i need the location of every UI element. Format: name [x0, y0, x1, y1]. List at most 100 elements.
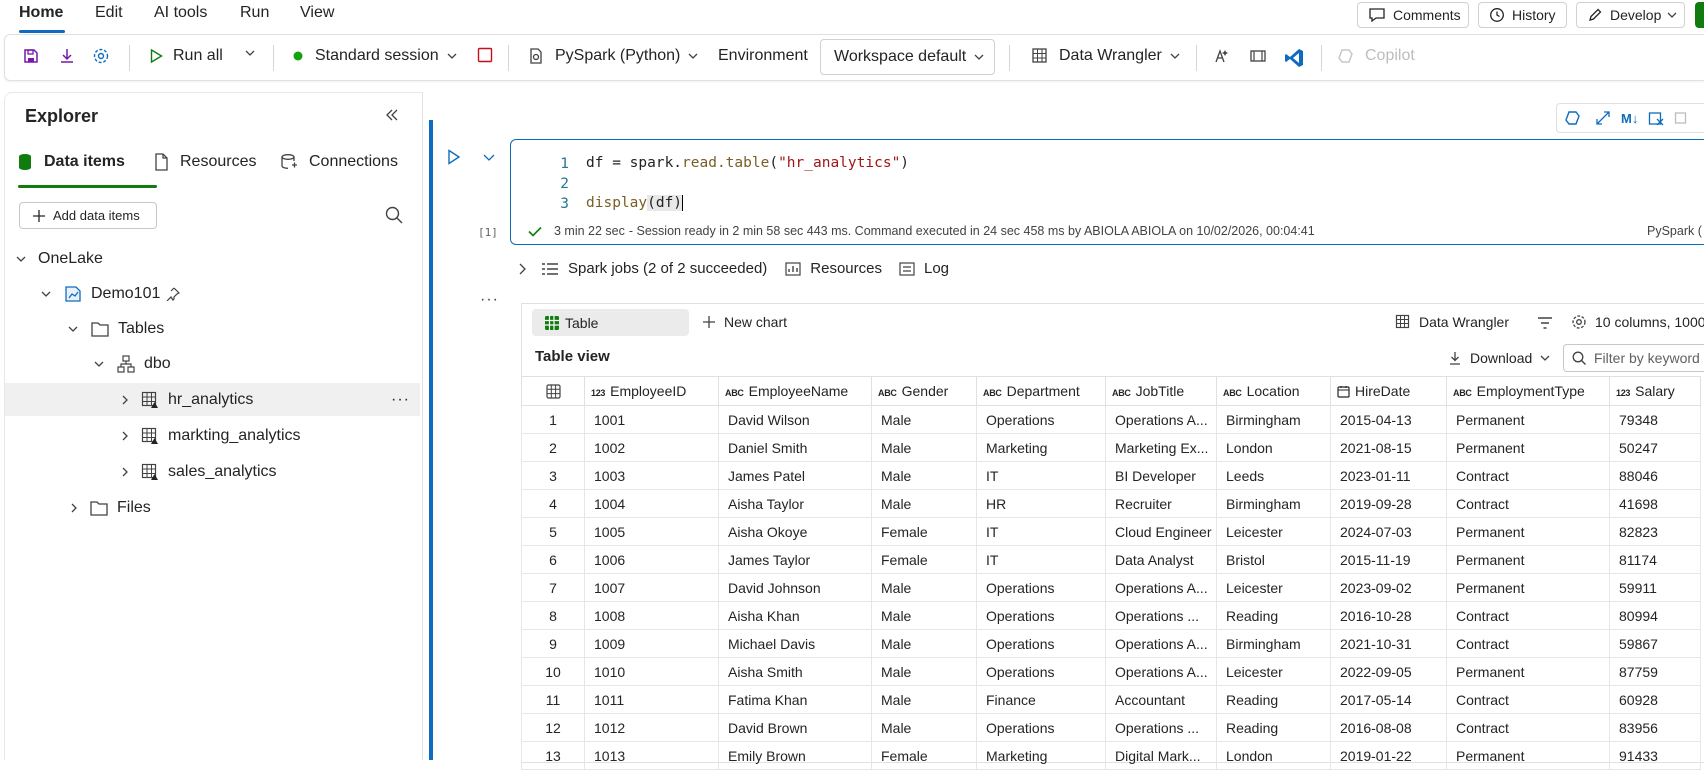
run-all-button[interactable]: Run all	[148, 47, 223, 65]
stop-session-icon[interactable]	[477, 47, 493, 63]
search-icon[interactable]	[385, 206, 403, 224]
chevron-right-icon[interactable]	[519, 263, 526, 275]
table-cell[interactable]: HR	[976, 489, 1106, 518]
table-row[interactable]: 6 1006 James Taylor Female IT Data Analyst Bri…	[521, 545, 1701, 574]
column-header[interactable]: 123 Salary	[1609, 376, 1701, 406]
table-cell[interactable]: Operations	[976, 405, 1106, 434]
gear-icon[interactable]	[92, 47, 110, 65]
table-cell[interactable]: Daniel Smith	[718, 433, 872, 462]
table-cell[interactable]: Operations	[976, 629, 1106, 658]
markdown-toggle-icon[interactable]: M↓	[1621, 111, 1638, 126]
table-cell[interactable]: Permanent	[1446, 545, 1610, 574]
collapse-panel-icon[interactable]	[385, 109, 399, 121]
table-cell[interactable]: Permanent	[1446, 741, 1610, 770]
table-cell[interactable]: 88046	[1609, 461, 1701, 490]
table-cell[interactable]: Operations	[976, 713, 1106, 742]
table-cell[interactable]: Operations	[976, 601, 1106, 630]
table-cell[interactable]: Reading	[1216, 685, 1331, 714]
table-cell[interactable]: Birmingham	[1216, 489, 1331, 518]
table-cell[interactable]: Contract	[1446, 461, 1610, 490]
row-index-cell[interactable]: 13	[521, 741, 585, 770]
table-cell[interactable]: 41698	[1609, 489, 1701, 518]
table-cell[interactable]: Aisha Okoye	[718, 517, 872, 546]
download-dropdown[interactable]: Download	[1448, 350, 1550, 366]
table-cell[interactable]: Female	[871, 741, 977, 770]
table-cell[interactable]: Operations	[976, 573, 1106, 602]
table-cell[interactable]: 1002	[584, 433, 719, 462]
table-cell[interactable]: 2016-10-28	[1330, 601, 1447, 630]
table-cell[interactable]: Female	[871, 517, 977, 546]
table-row[interactable]: 1 1001 David Wilson Male Operations Operation…	[521, 405, 1701, 434]
table-cell[interactable]: Digital Mark...	[1105, 741, 1217, 770]
code-cell-editor[interactable]: 1 2 3 df = spark.read.table("hr_analytic…	[510, 139, 1704, 245]
row-index-header[interactable]	[521, 376, 585, 406]
table-cell[interactable]: Male	[871, 461, 977, 490]
table-cell[interactable]: 1004	[584, 489, 719, 518]
row-index-cell[interactable]: 3	[521, 461, 585, 490]
table-cell[interactable]: Leicester	[1216, 573, 1331, 602]
save-icon[interactable]	[22, 47, 40, 65]
table-cell[interactable]: Finance	[976, 685, 1106, 714]
table-cell[interactable]: 1005	[584, 517, 719, 546]
table-cell[interactable]: Data Analyst	[1105, 545, 1217, 574]
table-cell[interactable]: James Patel	[718, 461, 872, 490]
table-cell[interactable]: Birmingham	[1216, 405, 1331, 434]
share-button-edge[interactable]	[1695, 2, 1704, 28]
tab-connections[interactable]: Connections	[280, 153, 398, 171]
table-cell[interactable]: Cloud Engineer	[1105, 517, 1217, 546]
table-cell[interactable]: London	[1216, 741, 1331, 770]
run-cell-icon[interactable]	[447, 149, 461, 165]
table-cell[interactable]: 81174	[1609, 545, 1701, 574]
resources-label[interactable]: Resources	[810, 260, 882, 277]
table-cell[interactable]: David Brown	[718, 713, 872, 742]
table-cell[interactable]: Male	[871, 433, 977, 462]
table-cell[interactable]: Male	[871, 657, 977, 686]
table-cell[interactable]: 1001	[584, 405, 719, 434]
spark-jobs-label[interactable]: Spark jobs (2 of 2 succeeded)	[568, 260, 767, 277]
table-cell[interactable]: Operations A...	[1105, 405, 1217, 434]
table-cell[interactable]: 2019-09-28	[1330, 489, 1447, 518]
ai-functions-icon[interactable]	[1213, 47, 1231, 65]
table-cell[interactable]: 2019-01-22	[1330, 741, 1447, 770]
vscode-icon[interactable]	[1283, 47, 1305, 69]
table-cell[interactable]: Male	[871, 489, 977, 518]
table-cell[interactable]: Bristol	[1216, 545, 1331, 574]
table-cell[interactable]: 1007	[584, 573, 719, 602]
row-index-cell[interactable]: 6	[521, 545, 585, 574]
table-cell[interactable]: Operations A...	[1105, 657, 1217, 686]
column-header[interactable]: ABC Department	[976, 376, 1106, 406]
table-cell[interactable]: 2015-04-13	[1330, 405, 1447, 434]
output-data-wrangler-button[interactable]: Data Wrangler	[1395, 314, 1509, 330]
table-cell[interactable]: 1006	[584, 545, 719, 574]
table-row[interactable]: 13 1013 Emily Brown Female Marketing Digital …	[521, 741, 1701, 770]
pin-icon[interactable]	[166, 287, 181, 301]
table-cell[interactable]: 83956	[1609, 713, 1701, 742]
column-header[interactable]: ABC Gender	[871, 376, 977, 406]
table-cell[interactable]: BI Developer	[1105, 461, 1217, 490]
run-all-dropdown-chevron-icon[interactable]	[245, 50, 255, 56]
table-cell[interactable]: 2024-07-03	[1330, 517, 1447, 546]
table-cell[interactable]: David Johnson	[718, 573, 872, 602]
table-cell[interactable]: Male	[871, 573, 977, 602]
table-cell[interactable]: Permanent	[1446, 433, 1610, 462]
filter-icon[interactable]	[1537, 316, 1553, 330]
table-cell[interactable]: 1010	[584, 657, 719, 686]
add-data-items-button[interactable]: Add data items	[19, 202, 157, 229]
table-cell[interactable]: 1012	[584, 713, 719, 742]
table-cell[interactable]: Contract	[1446, 489, 1610, 518]
table-cell[interactable]: 50247	[1609, 433, 1701, 462]
column-header[interactable]: ABC Location	[1216, 376, 1331, 406]
history-button[interactable]: History	[1478, 2, 1567, 28]
table-cell[interactable]: 59911	[1609, 573, 1701, 602]
table-row[interactable]: 10 1010 Aisha Smith Male Operations Operation…	[521, 657, 1701, 686]
table-cell[interactable]: 2023-01-11	[1330, 461, 1447, 490]
table-cell[interactable]: 2016-08-08	[1330, 713, 1447, 742]
data-wrangler-button[interactable]: Data Wrangler	[1031, 47, 1180, 65]
table-cell[interactable]: Aisha Khan	[718, 601, 872, 630]
row-index-cell[interactable]: 5	[521, 517, 585, 546]
column-header[interactable]: 123 EmployeeID	[584, 376, 719, 406]
table-cell[interactable]: 2022-09-05	[1330, 657, 1447, 686]
table-cell[interactable]: Leeds	[1216, 461, 1331, 490]
table-cell[interactable]: 2017-05-14	[1330, 685, 1447, 714]
tree-item-files[interactable]: Files	[5, 491, 420, 524]
